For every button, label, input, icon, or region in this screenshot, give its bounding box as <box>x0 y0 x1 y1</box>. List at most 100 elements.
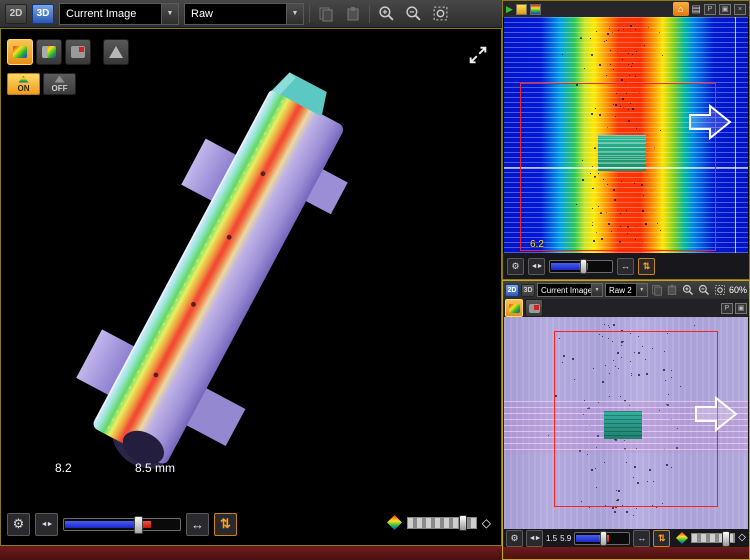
auto-scale-button[interactable]: ⇅ <box>214 513 237 536</box>
application-window: 2D 3D Current Image ▼ Raw ▼ <box>0 0 750 560</box>
zoom-out-button[interactable] <box>697 283 711 298</box>
slider-handle[interactable] <box>600 531 607 546</box>
rainbow-triangle-icon <box>19 76 29 83</box>
toolbar-separator <box>309 5 310 23</box>
collapse-arrows-icon: ◄► <box>531 263 543 270</box>
overlay-off-button[interactable]: OFF <box>43 73 76 95</box>
rainbow-diamond-icon <box>676 532 688 544</box>
auto-scale-button[interactable]: ⇅ <box>653 530 670 547</box>
camera-image-view[interactable] <box>504 317 748 529</box>
on-label: ON <box>18 84 30 93</box>
height-color-button[interactable] <box>505 299 523 317</box>
angle-icon <box>71 46 85 58</box>
chevron-down-icon: ▼ <box>591 284 602 296</box>
collapse-arrows-icon: ◄► <box>41 521 53 528</box>
zoom-out-icon <box>405 5 422 22</box>
texture-icon <box>529 304 540 313</box>
fit-horizontal-icon: ↔ <box>621 261 630 271</box>
view3d-bottom-controls: ⚙ ◄► ↔ ⇅ <box>3 509 241 539</box>
report-icon[interactable]: ▤ <box>692 4 701 15</box>
mode-2d-button[interactable]: 2D <box>505 284 519 297</box>
zoom-fit-button[interactable] <box>429 3 451 25</box>
heightmap-view[interactable]: 6.2 <box>504 17 748 253</box>
height-range-slider[interactable] <box>574 532 630 545</box>
layer-dropdown[interactable]: Raw 2 ▼ <box>605 283 648 297</box>
scan-direction-arrow[interactable] <box>688 103 732 141</box>
slider-fill <box>551 263 580 270</box>
zoom-out-button[interactable] <box>402 3 424 25</box>
settings-button[interactable]: ⚙ <box>506 530 523 547</box>
copy-image-button[interactable] <box>315 3 337 25</box>
copy-icon <box>651 284 663 296</box>
pin-panel-button[interactable]: P <box>721 303 733 314</box>
popout-panel-button[interactable]: ▣ <box>735 303 747 314</box>
histogram-icon[interactable] <box>516 4 527 15</box>
settings-button[interactable]: ⚙ <box>7 513 30 536</box>
close-panel-button[interactable]: × <box>734 4 746 15</box>
height-color-button[interactable] <box>7 39 33 65</box>
zoom-fit-button[interactable] <box>713 283 727 298</box>
mode-2d-button[interactable]: 2D <box>5 4 27 24</box>
auto-scale-button[interactable]: ⇅ <box>638 258 655 275</box>
overlay-on-button[interactable]: ON <box>7 73 40 95</box>
copy-image-button[interactable] <box>650 283 664 298</box>
status-strip-right <box>503 547 749 559</box>
gray-triangle-icon <box>55 76 65 83</box>
chevron-down-icon: ▼ <box>636 284 647 296</box>
heightmap-panel[interactable]: ▶ ⌂ ▤ P ▣ × 6.2 ⚙ ◄► <box>502 0 750 280</box>
layer-value: Raw <box>185 8 286 20</box>
paste-image-button[interactable] <box>342 3 364 25</box>
collapse-panel-button[interactable]: ◄► <box>35 513 58 536</box>
paste-image-button[interactable] <box>666 283 680 298</box>
fit-horizontal-icon: ↔ <box>637 533 646 543</box>
fit-range-button[interactable]: ↔ <box>633 530 650 547</box>
texture-color-button[interactable] <box>36 39 62 65</box>
zoom-in-button[interactable] <box>375 3 397 25</box>
height-range-slider[interactable] <box>63 518 181 531</box>
updown-arrows-icon: ⇅ <box>220 516 231 532</box>
image-source-dropdown[interactable]: Current Image ▼ <box>537 283 603 297</box>
home-button[interactable]: ⌂ <box>673 2 689 16</box>
color-scale-handle[interactable] <box>722 531 730 547</box>
chevron-down-icon: ▼ <box>161 4 178 24</box>
fit-range-button[interactable]: ↔ <box>186 513 209 536</box>
fit-range-button[interactable]: ↔ <box>617 258 634 275</box>
camera-image-panel[interactable]: 2D 3D Current Image ▼ Raw 2 ▼ <box>502 280 750 560</box>
settings-button[interactable]: ⚙ <box>507 258 524 275</box>
color-scale-slider[interactable] <box>407 517 477 529</box>
filter-button[interactable] <box>103 39 129 65</box>
collapse-panel-button[interactable]: ◄► <box>528 258 545 275</box>
slider-handle[interactable] <box>134 516 143 534</box>
viewport-3d[interactable]: ON OFF <box>0 28 502 546</box>
color-scale-controls: ◇ <box>387 515 491 530</box>
angle-view-button[interactable] <box>65 39 91 65</box>
scan-direction-arrow[interactable] <box>694 395 738 433</box>
3d-part-render[interactable] <box>1 29 501 505</box>
mode-3d-button[interactable]: 3D <box>521 284 535 297</box>
layer-dropdown[interactable]: Raw ▼ <box>184 3 304 25</box>
collapse-panel-button[interactable]: ◄► <box>526 530 543 547</box>
mode-3d-button[interactable]: 3D <box>32 4 54 24</box>
popout-panel-button[interactable]: ▣ <box>719 4 731 15</box>
edge-guide-line <box>735 17 736 253</box>
color-scale-handle[interactable] <box>459 515 467 531</box>
texture-view-button[interactable] <box>525 299 543 317</box>
rainbow-diamond-icon <box>387 515 402 530</box>
pin-panel-button[interactable]: P <box>704 4 716 15</box>
zoom-in-button[interactable] <box>681 283 695 298</box>
updown-arrows-icon: ⇅ <box>658 533 666 544</box>
image-source-dropdown[interactable]: Current Image ▼ <box>59 3 179 25</box>
colorscale-icon[interactable] <box>530 4 541 15</box>
play-icon[interactable]: ▶ <box>506 5 513 14</box>
scale-min-readout: 8.2 <box>55 461 72 475</box>
gear-icon: ⚙ <box>511 261 519 272</box>
color-scale-slider[interactable] <box>691 533 735 543</box>
slider-handle[interactable] <box>580 259 587 274</box>
height-readout: 6.2 <box>530 239 544 250</box>
roi-selection-rect[interactable] <box>520 83 716 251</box>
height-range-slider[interactable] <box>549 260 613 273</box>
fullscreen-button[interactable] <box>467 43 491 67</box>
layer-value: Raw 2 <box>606 286 636 295</box>
image-display-toolbar: P ▣ <box>503 299 749 317</box>
updown-arrows-icon: ⇅ <box>643 261 651 272</box>
